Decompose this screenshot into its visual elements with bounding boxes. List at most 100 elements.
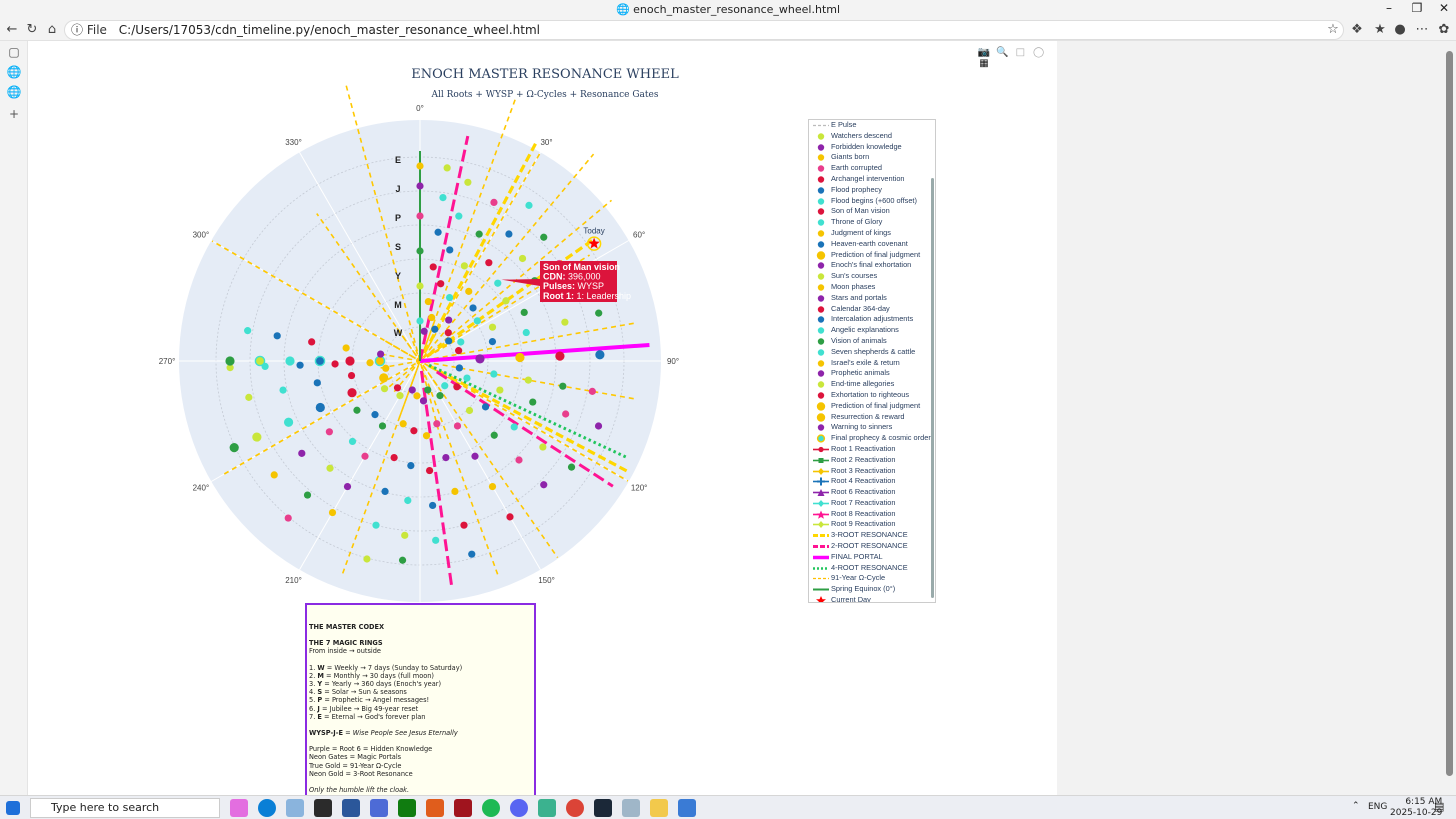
legend-item[interactable]: Prediction of final judgment [809,250,935,261]
back-icon[interactable]: ← [2,21,22,39]
app-gray-icon[interactable] [622,799,640,817]
discord-icon[interactable] [510,799,528,817]
app-orange-icon[interactable] [426,799,444,817]
legend-item[interactable]: Angelic explanations [809,325,935,336]
home-icon[interactable]: ⌂ [42,21,62,39]
folder-icon[interactable] [650,799,668,817]
info-icon[interactable]: ⓘ [71,23,83,37]
page-scrollbar[interactable] [1443,41,1456,795]
event-marker [561,318,569,326]
legend-item[interactable]: E Pulse [809,120,935,131]
legend-item[interactable]: 91-Year Ω-Cycle [809,573,935,584]
globe-icon[interactable]: 🌐 [6,64,22,80]
legend-item[interactable]: Giants born [809,152,935,163]
app-red-icon[interactable] [454,799,472,817]
legend-item[interactable]: Vision of animals [809,336,935,347]
taskbar-search[interactable]: Type here to search [30,798,220,818]
event-marker [245,393,253,401]
legend-item[interactable]: Spring Equinox (0°) [809,584,935,595]
app-green-icon[interactable] [538,799,556,817]
page-scroll-thumb[interactable] [1446,51,1453,776]
plotly-logo-icon[interactable]: ▦ [977,58,991,69]
xbox-icon[interactable] [398,799,416,817]
start-icon[interactable] [6,801,20,815]
legend-item[interactable]: Sun's courses [809,271,935,282]
address-bar[interactable]: ⓘ File C:/Users/17053/cdn_timeline.py/en… [64,20,1344,40]
legend-item[interactable]: End-time allegories [809,379,935,390]
lasso-icon[interactable]: ◯ [1032,47,1046,58]
profile-avatar[interactable]: ● [1390,21,1410,39]
extensions-icon[interactable]: ❖ [1347,21,1367,39]
legend-item[interactable]: Root 9 Reactivation [809,519,935,530]
legend-item[interactable]: Prediction of final judgment [809,401,935,412]
legend-item[interactable]: Stars and portals [809,293,935,304]
legend-item[interactable]: 4-ROOT RESONANCE [809,563,935,574]
add-tab-icon[interactable]: + [6,106,22,122]
legend-item[interactable]: Flood begins (+600 offset) [809,196,935,207]
app-dark-icon[interactable] [314,799,332,817]
language-indicator[interactable]: ENG [1368,802,1387,812]
legend-item[interactable]: Calendar 364-day [809,304,935,315]
app-active-icon[interactable] [678,799,696,817]
legend-item[interactable]: Earth corrupted [809,163,935,174]
legend-item[interactable]: Archangel intervention [809,174,935,185]
url-text[interactable]: C:/Users/17053/cdn_timeline.py/enoch_mas… [119,23,540,37]
page-content: ENOCH MASTER RESONANCE WHEEL All Roots + … [29,41,1057,795]
edge-icon[interactable] [258,799,276,817]
legend-item[interactable]: FINAL PORTAL [809,552,935,563]
legend-item[interactable]: Flood prophecy [809,185,935,196]
legend-item[interactable]: Exhortation to righteous [809,390,935,401]
copilot-icon[interactable]: ✿ [1434,21,1454,39]
minimize-button[interactable]: – [1376,1,1402,15]
camera-icon[interactable]: 📷 [977,47,991,58]
legend-item[interactable]: Root 7 Reactivation [809,498,935,509]
legend-item[interactable]: Warning to sinners [809,422,935,433]
favorites-icon[interactable]: ★ [1370,21,1390,39]
event-marker [444,329,452,337]
legend-item[interactable]: Watchers descend [809,131,935,142]
legend-item[interactable]: Prophetic animals [809,368,935,379]
legend-item[interactable]: Root 3 Reactivation [809,466,935,477]
select-box-icon[interactable]: □ [1013,47,1027,58]
legend-item[interactable]: Son of Man vision [809,206,935,217]
app-blue-icon[interactable] [370,799,388,817]
legend-item[interactable]: Final prophecy & cosmic order [809,433,935,444]
copilot-taskbar-icon[interactable] [230,799,248,817]
legend-item[interactable]: Israel's exile & return [809,358,935,369]
legend-item[interactable]: 3-ROOT RESONANCE [809,530,935,541]
legend-item[interactable]: Resurrection & reward [809,412,935,423]
legend-item[interactable]: Root 6 Reactivation [809,487,935,498]
legend-item[interactable]: Forbidden knowledge [809,142,935,153]
explorer-icon[interactable] [286,799,304,817]
legend-item[interactable]: Intercalation adjustments [809,314,935,325]
legend-item[interactable]: Current Day [809,595,935,602]
steam-icon[interactable] [594,799,612,817]
chrome-icon[interactable] [566,799,584,817]
legend-item[interactable]: Root 8 Reactivation [809,509,935,520]
close-window-button[interactable]: ✕ [1431,1,1456,15]
spotify-icon[interactable] [482,799,500,817]
legend-item[interactable]: Moon phases [809,282,935,293]
legend-item[interactable]: Throne of Glory [809,217,935,228]
more-menu-icon[interactable]: ⋯ [1412,21,1432,39]
tabs-icon[interactable]: ▢ [6,44,22,60]
legend-item[interactable]: Seven shepherds & cattle [809,347,935,358]
legend-item[interactable]: Root 1 Reactivation [809,444,935,455]
legend-item[interactable]: Root 2 Reactivation [809,455,935,466]
event-marker [279,386,287,394]
globe-active-icon[interactable]: 🌐 [6,84,22,100]
legend-item[interactable]: Root 4 Reactivation [809,476,935,487]
legend-scrollbar[interactable] [931,178,934,598]
refresh-icon[interactable]: ↻ [22,21,42,39]
legend-item[interactable]: Heaven-earth covenant [809,239,935,250]
maximize-button[interactable]: ❐ [1404,1,1430,15]
notification-icon[interactable]: ▤ [1434,800,1444,813]
word-icon[interactable] [342,799,360,817]
favorite-star-icon[interactable]: ☆ [1323,21,1343,39]
chevron-up-icon[interactable]: ⌃ [1352,801,1360,811]
legend-item[interactable]: Judgment of kings [809,228,935,239]
ring-letter: W [394,328,403,338]
legend-item[interactable]: 2-ROOT RESONANCE [809,541,935,552]
legend-item[interactable]: Enoch's final exhortation [809,260,935,271]
zoom-icon[interactable]: 🔍 [995,47,1009,58]
